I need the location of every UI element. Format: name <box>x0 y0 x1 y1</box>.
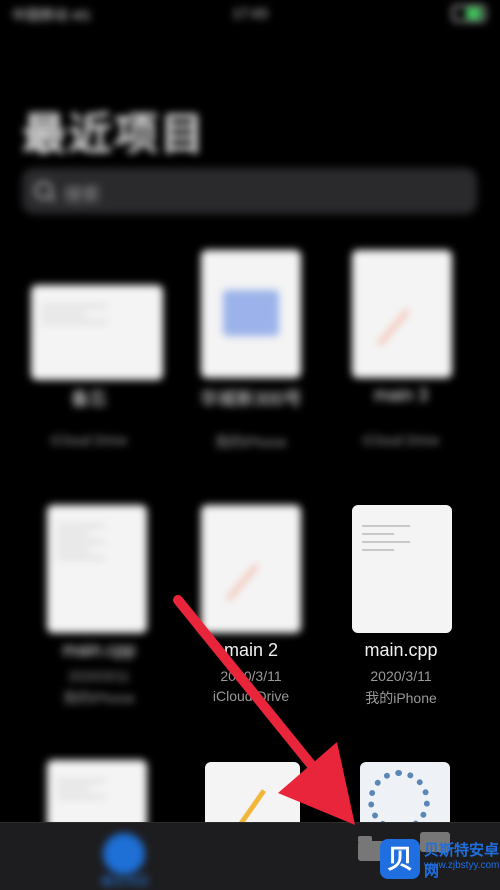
arrow-shaft <box>173 595 327 783</box>
annotation-arrow <box>173 595 355 825</box>
watermark-logo: 贝 <box>380 839 420 879</box>
arrow-head <box>278 742 355 825</box>
watermark-url: www.zjbstyy.com <box>424 860 500 871</box>
watermark: 贝 贝斯特安卓网 www.zjbstyy.com <box>380 835 500 885</box>
